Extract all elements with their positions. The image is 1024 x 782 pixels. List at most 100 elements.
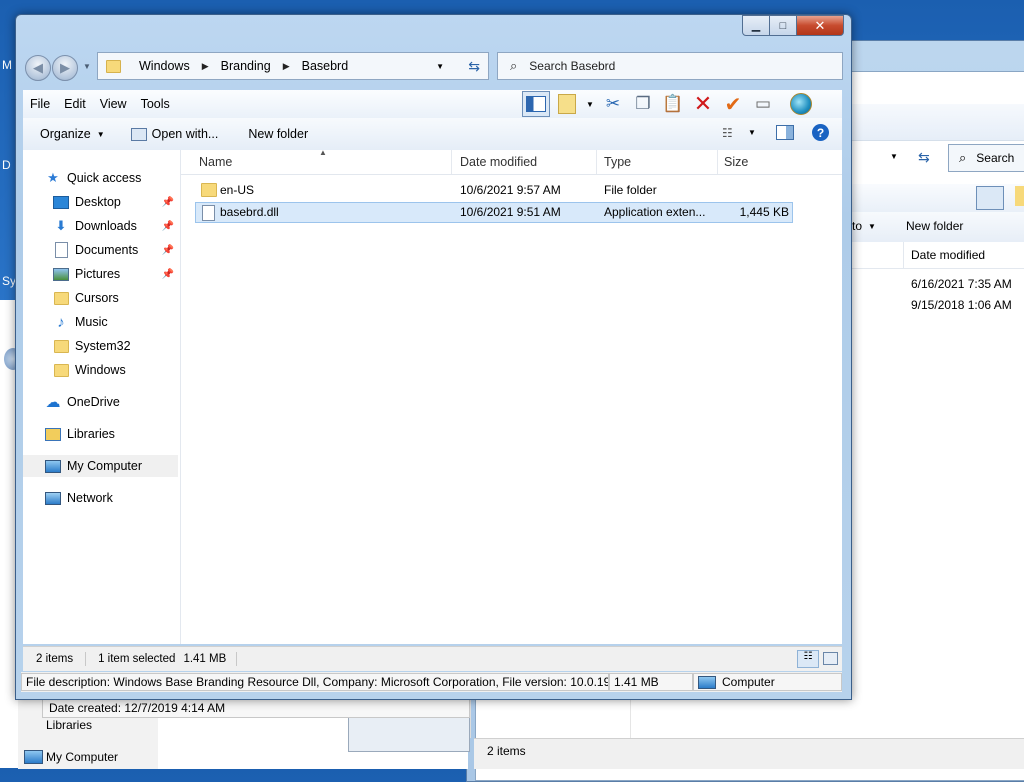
search-placeholder[interactable]: Search Basebrd	[529, 59, 615, 73]
chevron-down-icon[interactable]: ▼	[748, 128, 756, 137]
nav-item-pictures[interactable]: Pictures 📌	[53, 263, 178, 285]
help-icon[interactable]: ?	[812, 124, 829, 141]
background-my-computer[interactable]: My Computer	[46, 750, 118, 764]
nav-label: System32	[75, 339, 131, 353]
menu-file[interactable]: File	[23, 97, 57, 111]
nav-my-computer[interactable]: My Computer	[23, 455, 178, 477]
back-button[interactable]: ◀	[25, 55, 51, 81]
maximize-button[interactable]: □	[770, 15, 797, 36]
column-name[interactable]: Name	[199, 155, 232, 169]
nav-label: Windows	[75, 363, 126, 377]
chevron-right-icon[interactable]: ▶	[202, 61, 209, 72]
copy-icon[interactable]: ❐	[630, 92, 656, 116]
nav-item-windows[interactable]: Windows	[53, 359, 178, 381]
details-view-icon[interactable]: ☷	[797, 650, 819, 668]
menu-tools[interactable]: Tools	[134, 97, 177, 111]
column-type[interactable]: Type	[604, 155, 631, 169]
recent-locations-dropdown[interactable]: ▼	[83, 62, 91, 71]
background-column-date[interactable]: Date modified	[911, 248, 985, 262]
breadcrumb-basebrd[interactable]: Basebrd	[302, 59, 349, 73]
nav-quick-access[interactable]: ★ Quick access	[45, 167, 200, 189]
details-size: 1.41 MB	[609, 673, 693, 691]
chevron-right-icon[interactable]: ▶	[283, 61, 290, 72]
breadcrumb-windows[interactable]: Windows	[139, 59, 190, 73]
column-size[interactable]: Size	[724, 155, 748, 169]
search-box[interactable]: ⌕ Search Basebrd	[497, 52, 843, 80]
file-row-selected[interactable]: basebrd.dll 10/6/2021 9:51 AM Applicatio…	[195, 202, 793, 223]
nav-onedrive[interactable]: ☁ OneDrive	[45, 391, 200, 413]
nav-libraries[interactable]: Libraries	[45, 423, 200, 445]
nav-item-documents[interactable]: Documents 📌	[53, 239, 178, 261]
address-bar[interactable]: Windows ▶ Branding ▶ Basebrd ▼ ⇆	[97, 52, 489, 80]
preview-pane-icon[interactable]	[976, 186, 1004, 210]
close-button[interactable]: ✕	[797, 15, 844, 36]
background-search-box[interactable]: ⌕ Search	[948, 144, 1024, 172]
forward-button[interactable]: ▶	[52, 55, 78, 81]
nav-item-music[interactable]: ♪ Music	[53, 311, 178, 333]
open-with-button[interactable]: Open with...	[130, 127, 218, 141]
cloud-icon: ☁	[45, 394, 61, 411]
globe-icon[interactable]	[788, 92, 814, 116]
organize-button[interactable]: Organize ▼	[40, 127, 105, 141]
chevron-down-icon[interactable]: ▼	[436, 62, 444, 71]
minimize-button[interactable]: ▁	[742, 15, 770, 36]
menu-view[interactable]: View	[93, 97, 134, 111]
pictures-icon	[53, 266, 69, 282]
music-icon: ♪	[57, 313, 65, 331]
refresh-icon[interactable]: ⇆	[468, 58, 480, 75]
computer-icon	[24, 750, 43, 764]
new-folder-button[interactable]: New folder	[248, 127, 308, 141]
status-size: 1.41 MB	[183, 653, 227, 665]
refresh-icon[interactable]: ⇆	[918, 149, 930, 166]
command-bar: Organize ▼ Open with... New folder ☷ ▼ ?	[23, 118, 842, 151]
pin-icon[interactable]: 📌	[162, 245, 174, 256]
folder-icon	[53, 290, 69, 306]
nav-network[interactable]: Network	[45, 487, 200, 509]
preview-pane-icon[interactable]	[776, 125, 794, 140]
file-row[interactable]: en-US 10/6/2021 9:57 AM File folder	[195, 180, 793, 201]
organize-label: Organize	[40, 127, 91, 141]
pin-icon[interactable]: 📌	[162, 221, 174, 232]
details-location-label: Computer	[722, 675, 775, 689]
delete-icon[interactable]: ✕	[690, 91, 716, 116]
pin-icon[interactable]: 📌	[162, 269, 174, 280]
nav-label: Pictures	[75, 267, 121, 281]
status-item-count: 2 items	[36, 653, 74, 665]
folder-icon	[53, 338, 69, 354]
file-date: 10/6/2021 9:51 AM	[460, 205, 561, 219]
background-date-cell: 6/16/2021 7:35 AM	[911, 277, 1012, 291]
dll-file-icon	[202, 205, 215, 221]
file-list[interactable]: ▲ Name Date modified Type Size en-US 10/…	[181, 148, 842, 644]
back-arrow-icon: ◀	[33, 60, 43, 75]
menu-edit[interactable]: Edit	[57, 97, 93, 111]
desktop-label: M	[2, 58, 12, 72]
column-date-modified[interactable]: Date modified	[460, 155, 537, 169]
paste-icon[interactable]: 📋	[660, 92, 686, 116]
nav-label: Music	[75, 315, 108, 329]
large-icons-view-icon[interactable]	[823, 652, 838, 665]
breadcrumb-branding[interactable]: Branding	[221, 59, 271, 73]
chevron-down-icon[interactable]: ▼	[584, 92, 596, 116]
background-libraries[interactable]: Libraries	[46, 718, 92, 732]
navigation-pane: ★ Quick access Desktop 📌 ⬇ Downloads 📌 D…	[23, 150, 181, 644]
background-search-placeholder: Search	[976, 151, 1015, 165]
view-options-icon[interactable]: ☷	[722, 126, 733, 140]
nav-item-downloads[interactable]: ⬇ Downloads 📌	[53, 215, 178, 237]
background-new-folder[interactable]: New folder	[906, 219, 963, 233]
nav-item-desktop[interactable]: Desktop 📌	[53, 191, 178, 213]
properties-icon[interactable]: ▭	[750, 92, 776, 116]
preview-pane-icon[interactable]	[522, 91, 550, 117]
folder-options-icon[interactable]	[554, 92, 580, 116]
nav-item-system32[interactable]: System32	[53, 335, 178, 357]
cut-icon[interactable]: ✂	[600, 92, 626, 116]
background-status-items: 2 items	[487, 744, 526, 758]
checkmark-icon[interactable]: ✔	[720, 92, 746, 116]
background-command[interactable]: to	[852, 219, 862, 233]
nav-item-cursors[interactable]: Cursors	[53, 287, 178, 309]
pin-icon[interactable]: 📌	[162, 197, 174, 208]
nav-label: Downloads	[75, 219, 137, 233]
chevron-down-icon: ▼	[890, 152, 898, 161]
computer-icon	[45, 458, 61, 474]
column-header: ▲ Name Date modified Type Size	[181, 148, 842, 175]
nav-label: Cursors	[75, 291, 119, 305]
